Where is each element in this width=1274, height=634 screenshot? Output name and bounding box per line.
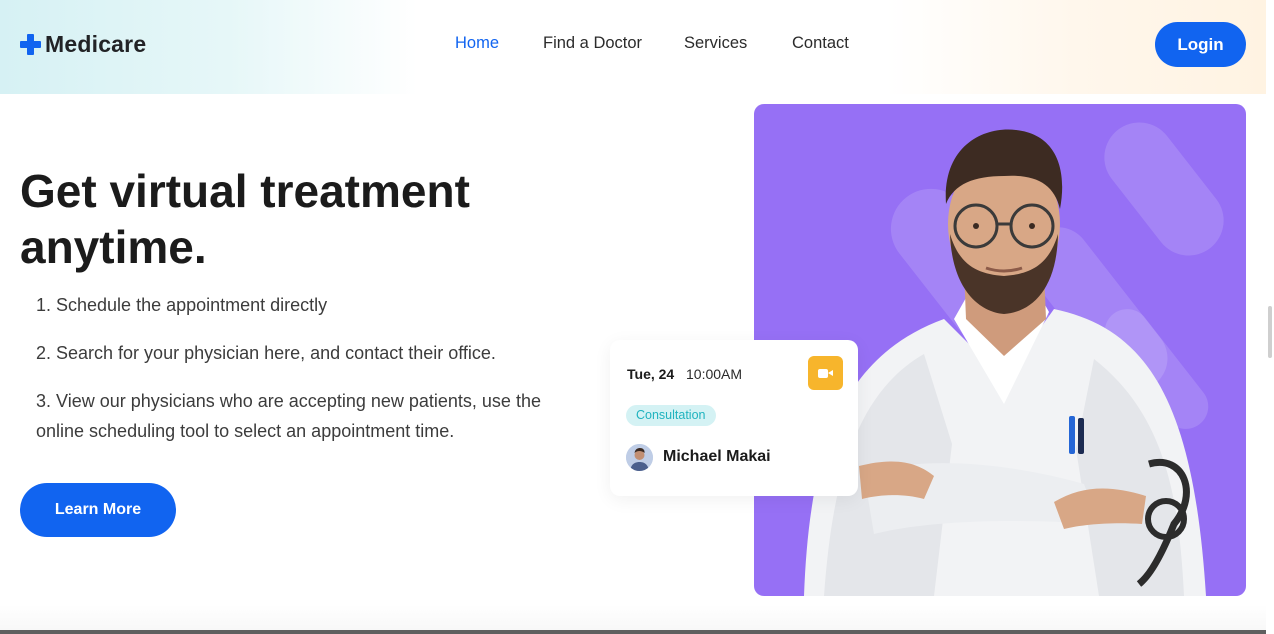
hero-title: Get virtual treatment anytime. [20, 165, 470, 273]
consultation-badge: Consultation [626, 405, 716, 426]
nav-contact[interactable]: Contact [792, 34, 849, 53]
login-button[interactable]: Login [1155, 22, 1246, 67]
window-bottom-edge [0, 630, 1266, 634]
video-call-button[interactable] [808, 356, 843, 390]
nav-find-a-doctor[interactable]: Find a Doctor [543, 34, 642, 53]
scrollbar-thumb[interactable] [1268, 306, 1272, 358]
video-camera-icon [818, 369, 828, 378]
step-item: 2. Search for your physician here, and c… [36, 343, 496, 363]
learn-more-button[interactable]: Learn More [20, 483, 176, 537]
step-item: 1. Schedule the appointment directly [36, 295, 328, 315]
doctor-name: Michael Makai [663, 448, 771, 465]
avatar [626, 444, 653, 471]
steps-list: 1. Schedule the appointment directly 2. … [36, 290, 576, 464]
nav-services[interactable]: Services [684, 34, 747, 53]
appointment-time: 10:00AM [686, 366, 743, 382]
appointment-date: Tue, 24 [627, 366, 675, 382]
site-header: Medicare Home Find a Doctor Services Con… [0, 0, 1266, 94]
appointment-card[interactable]: Tue, 24 10:00AM Consultation Michael Mak… [610, 340, 858, 496]
video-camera-lens [828, 370, 833, 376]
nav-home[interactable]: Home [455, 34, 499, 53]
main-nav: Home Find a Doctor Services Contact [0, 34, 1266, 56]
step-item: 3. View our physicians who are accepting… [36, 391, 541, 441]
